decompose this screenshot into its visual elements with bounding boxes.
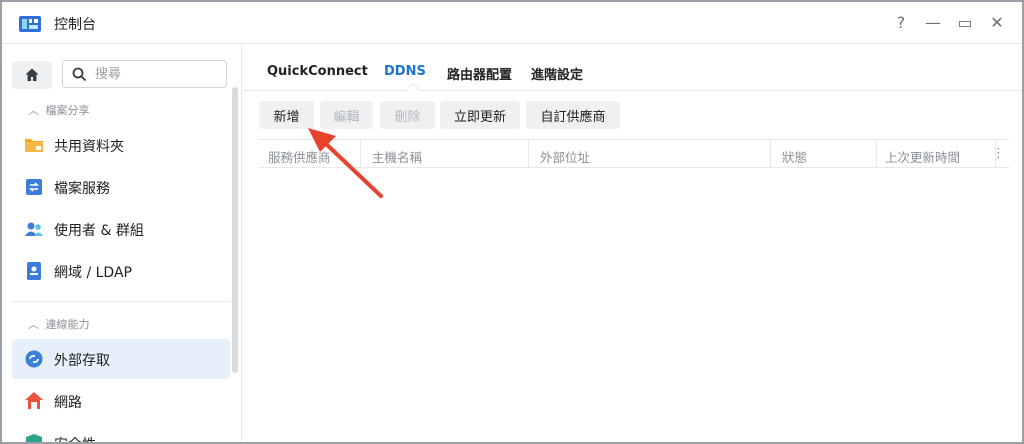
sidebar-item-network[interactable]: 網路 [12, 381, 230, 421]
custom-provider-button[interactable]: 自訂供應商 [526, 101, 620, 129]
sidebar-item-label: 外部存取 [54, 353, 110, 369]
home-icon [25, 68, 39, 81]
folder-icon [24, 135, 44, 155]
chevron-up-icon: ︿ [28, 104, 39, 117]
control-panel-app-icon [19, 14, 41, 34]
tab-advanced-settings[interactable]: 進階設定 [531, 64, 583, 83]
sidebar-item-file-services[interactable]: 檔案服務 [12, 167, 230, 207]
section-header-connectivity[interactable]: ︿ 連線能力 [28, 316, 90, 332]
column-header-service-provider[interactable]: 服務供應商 [268, 147, 331, 166]
search-box [62, 60, 227, 88]
external-access-icon [24, 349, 44, 369]
column-header-external-address[interactable]: 外部位址 [540, 147, 590, 166]
sidebar-item-label: 網域 / LDAP [54, 265, 132, 281]
ddns-table-header: 服務供應商 主機名稱 外部位址 狀態 上次更新時間 ⋮ [259, 139, 1009, 168]
section-label: 連線能力 [45, 318, 90, 331]
sidebar-item-label: 檔案服務 [54, 181, 110, 197]
tab-bar-divider [243, 90, 1022, 91]
tab-bar: QuickConnect DDNS 路由器配置 進階設定 [243, 45, 1022, 98]
file-services-icon [24, 177, 44, 197]
section-label: 檔案分享 [45, 104, 90, 117]
chevron-up-icon: ︿ [28, 318, 39, 331]
control-panel-window: 控制台 ? — ▭ ✕ ︿ 檔案分享 [0, 0, 1024, 444]
column-separator [528, 140, 529, 168]
active-tab-indicator [405, 82, 421, 98]
home-button[interactable] [12, 61, 52, 89]
main-panel: QuickConnect DDNS 路由器配置 進階設定 新增 編輯 刪除 立即… [243, 45, 1022, 442]
sidebar: ︿ 檔案分享 共用資料夾 檔案服務 [2, 45, 242, 442]
sidebar-scrollbar[interactable] [232, 87, 238, 373]
network-icon [24, 391, 44, 411]
maximize-button[interactable]: ▭ [954, 12, 976, 34]
sidebar-item-security[interactable]: 安全性 [12, 423, 230, 442]
section-header-file-sharing[interactable]: ︿ 檔案分享 [28, 102, 90, 118]
sidebar-item-label: 共用資料夾 [54, 139, 124, 155]
search-input[interactable] [95, 65, 220, 83]
window-title: 控制台 [54, 17, 96, 33]
column-header-hostname[interactable]: 主機名稱 [372, 147, 422, 166]
tab-router-configuration[interactable]: 路由器配置 [447, 64, 512, 83]
column-header-status[interactable]: 狀態 [782, 147, 807, 166]
directory-icon [24, 261, 44, 281]
column-separator [360, 140, 361, 168]
edit-button[interactable]: 編輯 [320, 101, 373, 129]
help-button[interactable]: ? [890, 12, 912, 34]
sidebar-item-label: 網路 [54, 395, 82, 411]
users-icon [24, 219, 44, 239]
sidebar-item-users-groups[interactable]: 使用者 & 群組 [12, 209, 230, 249]
search-icon [72, 67, 87, 82]
sidebar-divider [12, 301, 230, 302]
sidebar-item-label: 使用者 & 群組 [54, 223, 144, 239]
shield-icon [24, 433, 44, 442]
tab-ddns[interactable]: DDNS [384, 64, 426, 79]
sidebar-item-domain-ldap[interactable]: 網域 / LDAP [12, 251, 230, 291]
tab-quickconnect[interactable]: QuickConnect [267, 64, 368, 79]
update-now-button[interactable]: 立即更新 [440, 101, 520, 129]
column-separator [876, 140, 877, 168]
minimize-button[interactable]: — [922, 12, 944, 34]
column-header-last-updated[interactable]: 上次更新時間 [885, 147, 960, 166]
delete-button[interactable]: 刪除 [380, 101, 435, 129]
add-button[interactable]: 新增 [259, 101, 314, 129]
title-bar: 控制台 ? — ▭ ✕ [2, 2, 1022, 44]
sidebar-item-shared-folder[interactable]: 共用資料夾 [12, 125, 230, 165]
sidebar-item-label: 安全性 [54, 434, 96, 442]
column-separator [770, 140, 771, 168]
close-button[interactable]: ✕ [986, 12, 1008, 34]
sidebar-item-external-access[interactable]: 外部存取 [12, 339, 230, 379]
column-menu-icon[interactable]: ⋮ [992, 146, 1005, 161]
